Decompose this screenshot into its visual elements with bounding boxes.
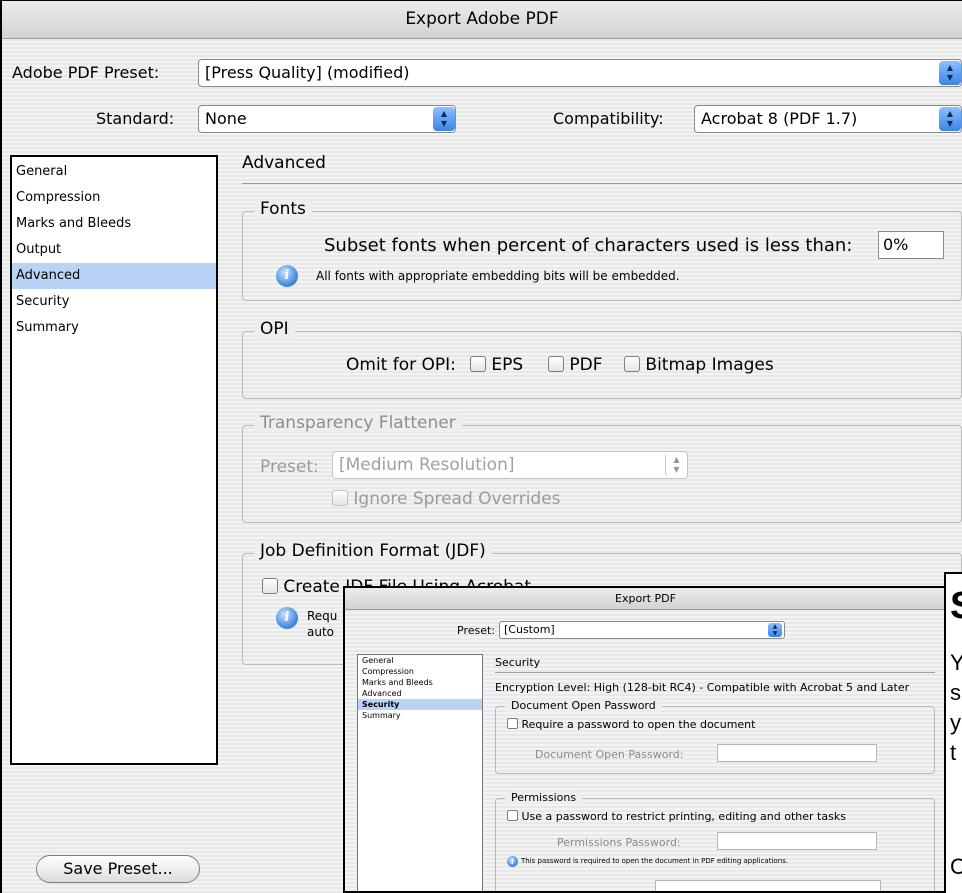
overlay-sidebar-item-compression[interactable]: Compression xyxy=(358,666,482,677)
overlay-sidebar-item-advanced[interactable]: Advanced xyxy=(358,688,482,699)
overlay-preset-value: [Custom] xyxy=(504,623,555,636)
compatibility-label: Compatibility: xyxy=(553,109,664,128)
permissions-password-label: Permissions Password: xyxy=(557,836,681,849)
jdf-group-title: Job Definition Format (JDF) xyxy=(254,541,492,561)
ignore-spread-overrides-checkbox[interactable] xyxy=(332,490,348,506)
opi-pdf-option[interactable]: PDF xyxy=(548,355,603,375)
use-permissions-password-option[interactable]: Use a password to restrict printing, edi… xyxy=(507,810,846,823)
eps-label: EPS xyxy=(491,355,524,375)
pdf-label: PDF xyxy=(569,355,603,375)
fonts-group xyxy=(242,211,962,301)
save-preset-button[interactable]: Save Preset... xyxy=(36,855,200,883)
window-title: Export Adobe PDF xyxy=(2,1,962,39)
permissions-password-input[interactable] xyxy=(717,832,877,850)
encryption-level: Encryption Level: High (128-bit RC4) - C… xyxy=(495,681,910,694)
sidebar-item-summary[interactable]: Summary xyxy=(12,315,216,341)
subset-percent-input[interactable]: 0% xyxy=(878,231,944,259)
panel-line: t xyxy=(950,740,957,765)
omit-for-opi-label: Omit for OPI: xyxy=(346,355,456,375)
fonts-group-title: Fonts xyxy=(254,199,312,219)
use-permissions-password-label: Use a password to restrict printing, edi… xyxy=(521,810,846,823)
overlay-preset-popup[interactable]: [Custom] ▲ ▼ xyxy=(499,621,785,639)
panel-line: s xyxy=(950,680,961,705)
document-open-password-group xyxy=(495,706,935,774)
opi-group-title: OPI xyxy=(254,319,295,339)
flattener-preset-label: Preset: xyxy=(260,457,319,477)
ignore-spread-overrides-label: Ignore Spread Overrides xyxy=(353,489,561,509)
opi-eps-option[interactable]: EPS xyxy=(470,355,523,375)
flattener-group-title: Transparency Flattener xyxy=(254,413,462,433)
overlay-section-title: Security xyxy=(495,656,541,669)
category-list: General Compression Marks and Bleeds Out… xyxy=(10,155,218,765)
overlay-section-divider xyxy=(495,672,935,673)
overlay-sidebar-item-general[interactable]: General xyxy=(358,655,482,666)
eps-checkbox[interactable] xyxy=(470,356,486,372)
use-permissions-password-checkbox[interactable] xyxy=(507,810,518,821)
flattener-preset-popup[interactable]: [Medium Resolution] ▲ ▼ xyxy=(332,451,688,479)
popup-arrows-icon: ▲ ▼ xyxy=(939,61,961,85)
document-open-password-input[interactable] xyxy=(717,744,877,762)
sidebar-item-security[interactable]: Security xyxy=(12,289,216,315)
overlay-preset-label: Preset: xyxy=(457,624,496,637)
panel-line: Y xyxy=(950,648,962,678)
panel-heading: S xyxy=(950,586,962,626)
document-open-password-label: Document Open Password: xyxy=(535,748,684,761)
overlay-sidebar-item-security[interactable]: Security xyxy=(358,699,482,710)
compatibility-value: Acrobat 8 (PDF 1.7) xyxy=(701,109,858,128)
popup-arrows-icon: ▲ ▼ xyxy=(939,107,961,131)
overlay-sidebar-item-marks-and-bleeds[interactable]: Marks and Bleeds xyxy=(358,677,482,688)
sidebar-item-general[interactable]: General xyxy=(12,159,216,185)
section-divider xyxy=(242,183,962,184)
permissions-popup-partial[interactable] xyxy=(655,880,881,891)
create-jdf-checkbox[interactable] xyxy=(262,578,278,594)
jdf-note-line2: auto xyxy=(307,625,335,639)
popup-arrows-icon: ▲ ▼ xyxy=(665,453,687,477)
sidebar-item-compression[interactable]: Compression xyxy=(12,185,216,211)
overlay-window-title: Export PDF xyxy=(345,588,946,610)
export-pdf-dialog-overlay: Export PDF Preset: [Custom] ▲ ▼ General C… xyxy=(343,586,948,893)
info-icon: i xyxy=(276,265,298,287)
overlay-sidebar-item-summary[interactable]: Summary xyxy=(358,710,482,721)
popup-arrows-icon: ▲ ▼ xyxy=(433,107,455,131)
bitmap-images-label: Bitmap Images xyxy=(645,355,774,375)
sidebar-item-marks-and-bleeds[interactable]: Marks and Bleeds xyxy=(12,211,216,237)
section-title: Advanced xyxy=(242,153,326,173)
standard-popup[interactable]: None ▲ ▼ xyxy=(198,105,456,133)
subset-fonts-label: Subset fonts when percent of characters … xyxy=(324,235,853,256)
sidebar-item-advanced[interactable]: Advanced xyxy=(12,263,216,289)
preset-popup[interactable]: [Press Quality] (modified) ▲ ▼ xyxy=(198,59,962,87)
panel-line: y xyxy=(950,710,961,735)
info-icon: i xyxy=(276,607,298,629)
standard-label: Standard: xyxy=(96,109,175,128)
require-open-password-checkbox[interactable] xyxy=(507,718,518,729)
panel-line: C xyxy=(950,852,962,882)
permissions-title: Permissions xyxy=(505,791,583,804)
sidebar-item-output[interactable]: Output xyxy=(12,237,216,263)
standard-value: None xyxy=(205,109,247,128)
jdf-note-line1: Requ xyxy=(307,609,338,623)
document-open-password-title: Document Open Password xyxy=(505,699,662,712)
preset-label: Adobe PDF Preset: xyxy=(12,63,160,82)
compatibility-popup[interactable]: Acrobat 8 (PDF 1.7) ▲ ▼ xyxy=(694,105,962,133)
overlay-category-list: General Compression Marks and Bleeds Adv… xyxy=(357,654,483,891)
pdf-checkbox[interactable] xyxy=(548,356,564,372)
info-icon: i xyxy=(507,856,518,867)
popup-arrows-icon: ▲ ▼ xyxy=(768,623,782,637)
fonts-note: All fonts with appropriate embedding bit… xyxy=(316,269,680,283)
permissions-note: This password is required to open the do… xyxy=(521,857,789,865)
bitmap-images-checkbox[interactable] xyxy=(624,356,640,372)
require-open-password-label: Require a password to open the document xyxy=(521,718,756,731)
ignore-spread-overrides-option[interactable]: Ignore Spread Overrides xyxy=(332,489,561,509)
cropped-text-panel: S Y s y t C xyxy=(944,572,962,893)
preset-value: [Press Quality] (modified) xyxy=(205,63,410,82)
opi-bitmap-option[interactable]: Bitmap Images xyxy=(624,355,774,375)
flattener-preset-value: [Medium Resolution] xyxy=(339,455,515,475)
require-open-password-option[interactable]: Require a password to open the document xyxy=(507,718,755,731)
